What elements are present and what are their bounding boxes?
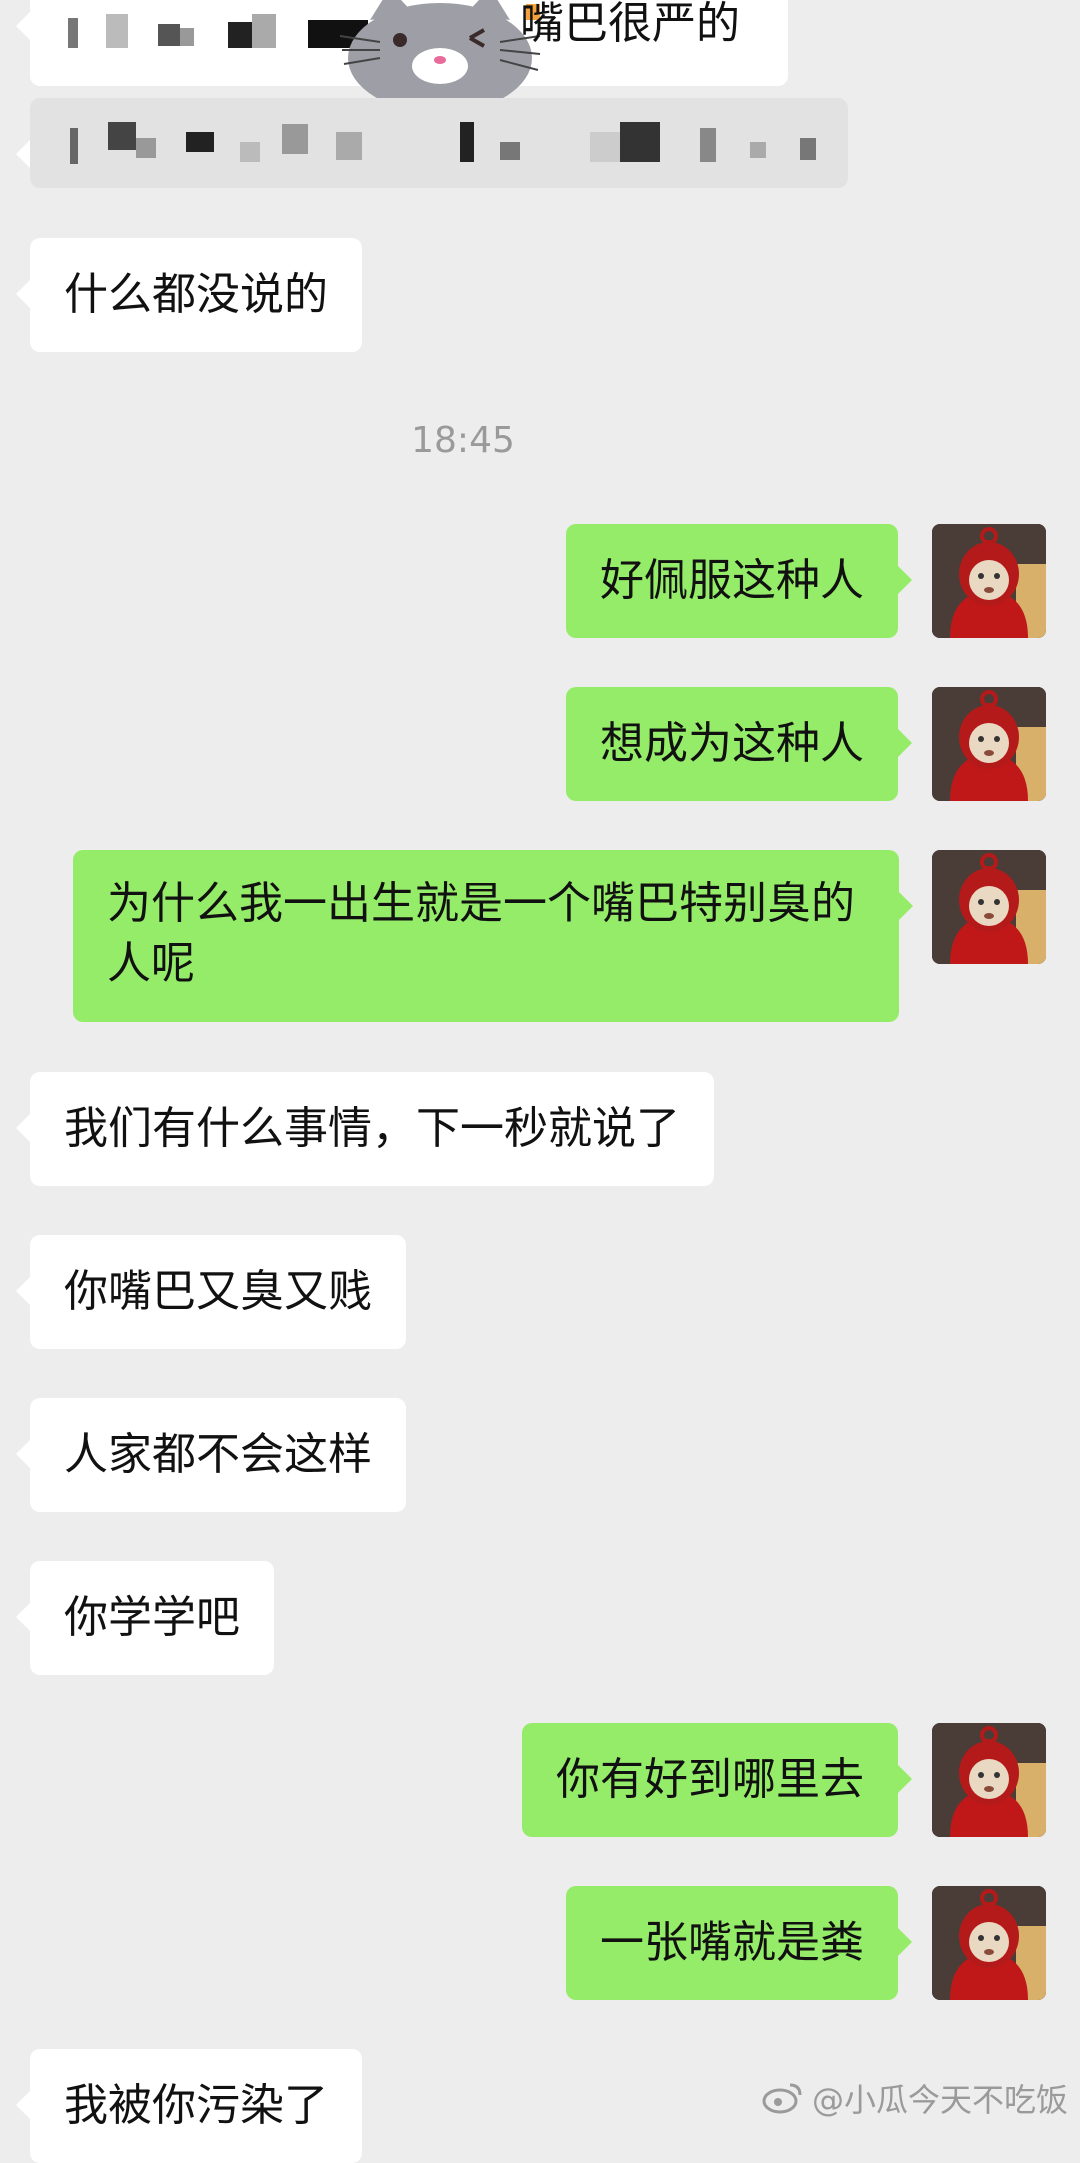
incoming-message-bubble[interactable]: 什么都没说的 (16, 238, 362, 352)
outgoing-message-bubble[interactable]: 为什么我一出生就是一个嘴巴特别臭的人呢 (73, 850, 913, 1022)
message-text: 你学学吧 (64, 1592, 240, 1643)
user-avatar[interactable] (932, 687, 1046, 801)
message-text: 什么都没说的 (64, 269, 328, 320)
message-text: 好佩服这种人 (600, 555, 864, 606)
chat-timestamp: 18:45 (411, 420, 515, 461)
user-avatar[interactable] (932, 524, 1046, 638)
red-teletubby-avatar-icon (932, 524, 1046, 638)
red-teletubby-avatar-icon (932, 1723, 1046, 1837)
incoming-message-bubble[interactable]: 你学学吧 (16, 1561, 274, 1675)
incoming-message-bubble[interactable]: 我们有什么事情，下一秒就说了 (16, 1072, 714, 1186)
message-text: 想成为这种人 (600, 718, 864, 769)
weibo-logo-icon (762, 2083, 802, 2114)
incoming-message-bubble[interactable]: 我被你污染了 (16, 2049, 362, 2163)
redacted-message-bubble[interactable] (16, 98, 848, 188)
user-avatar[interactable] (932, 850, 1046, 964)
outgoing-message-bubble[interactable]: 你有好到哪里去 (522, 1723, 912, 1837)
user-avatar[interactable] (932, 1886, 1046, 2000)
red-teletubby-avatar-icon (932, 1886, 1046, 2000)
message-text: 为什么我一出生就是一个嘴巴特别臭的人呢 (107, 878, 855, 989)
red-teletubby-avatar-icon (932, 850, 1046, 964)
watermark-text: @小瓜今天不吃饭 (811, 2081, 1068, 2119)
red-teletubby-avatar-icon (932, 687, 1046, 801)
incoming-message-bubble[interactable]: 你嘴巴又臭又贱 (16, 1235, 406, 1349)
message-text: 你嘴巴又臭又贱 (64, 1266, 372, 1317)
incoming-message-bubble[interactable]: 嘴巴很严的 (16, 0, 788, 113)
incoming-message-bubble[interactable]: 人家都不会这样 (16, 1398, 406, 1512)
weibo-watermark: @小瓜今天不吃饭 (762, 2075, 1068, 2121)
message-text: 一张嘴就是粪 (600, 1917, 864, 1968)
outgoing-message-bubble[interactable]: 一张嘴就是粪 (566, 1886, 912, 2000)
message-text: 你有好到哪里去 (556, 1754, 864, 1805)
cat-sticker-icon (330, 0, 550, 113)
user-avatar[interactable] (932, 1723, 1046, 1837)
pixelated-text-mosaic (70, 122, 816, 164)
message-text: 人家都不会这样 (64, 1429, 372, 1480)
outgoing-message-bubble[interactable]: 想成为这种人 (566, 687, 912, 801)
message-text: 我们有什么事情，下一秒就说了 (64, 1103, 680, 1154)
message-text: 嘴巴很严的 (520, 0, 740, 49)
outgoing-message-bubble[interactable]: 好佩服这种人 (566, 524, 912, 638)
message-text: 我被你污染了 (64, 2080, 328, 2131)
